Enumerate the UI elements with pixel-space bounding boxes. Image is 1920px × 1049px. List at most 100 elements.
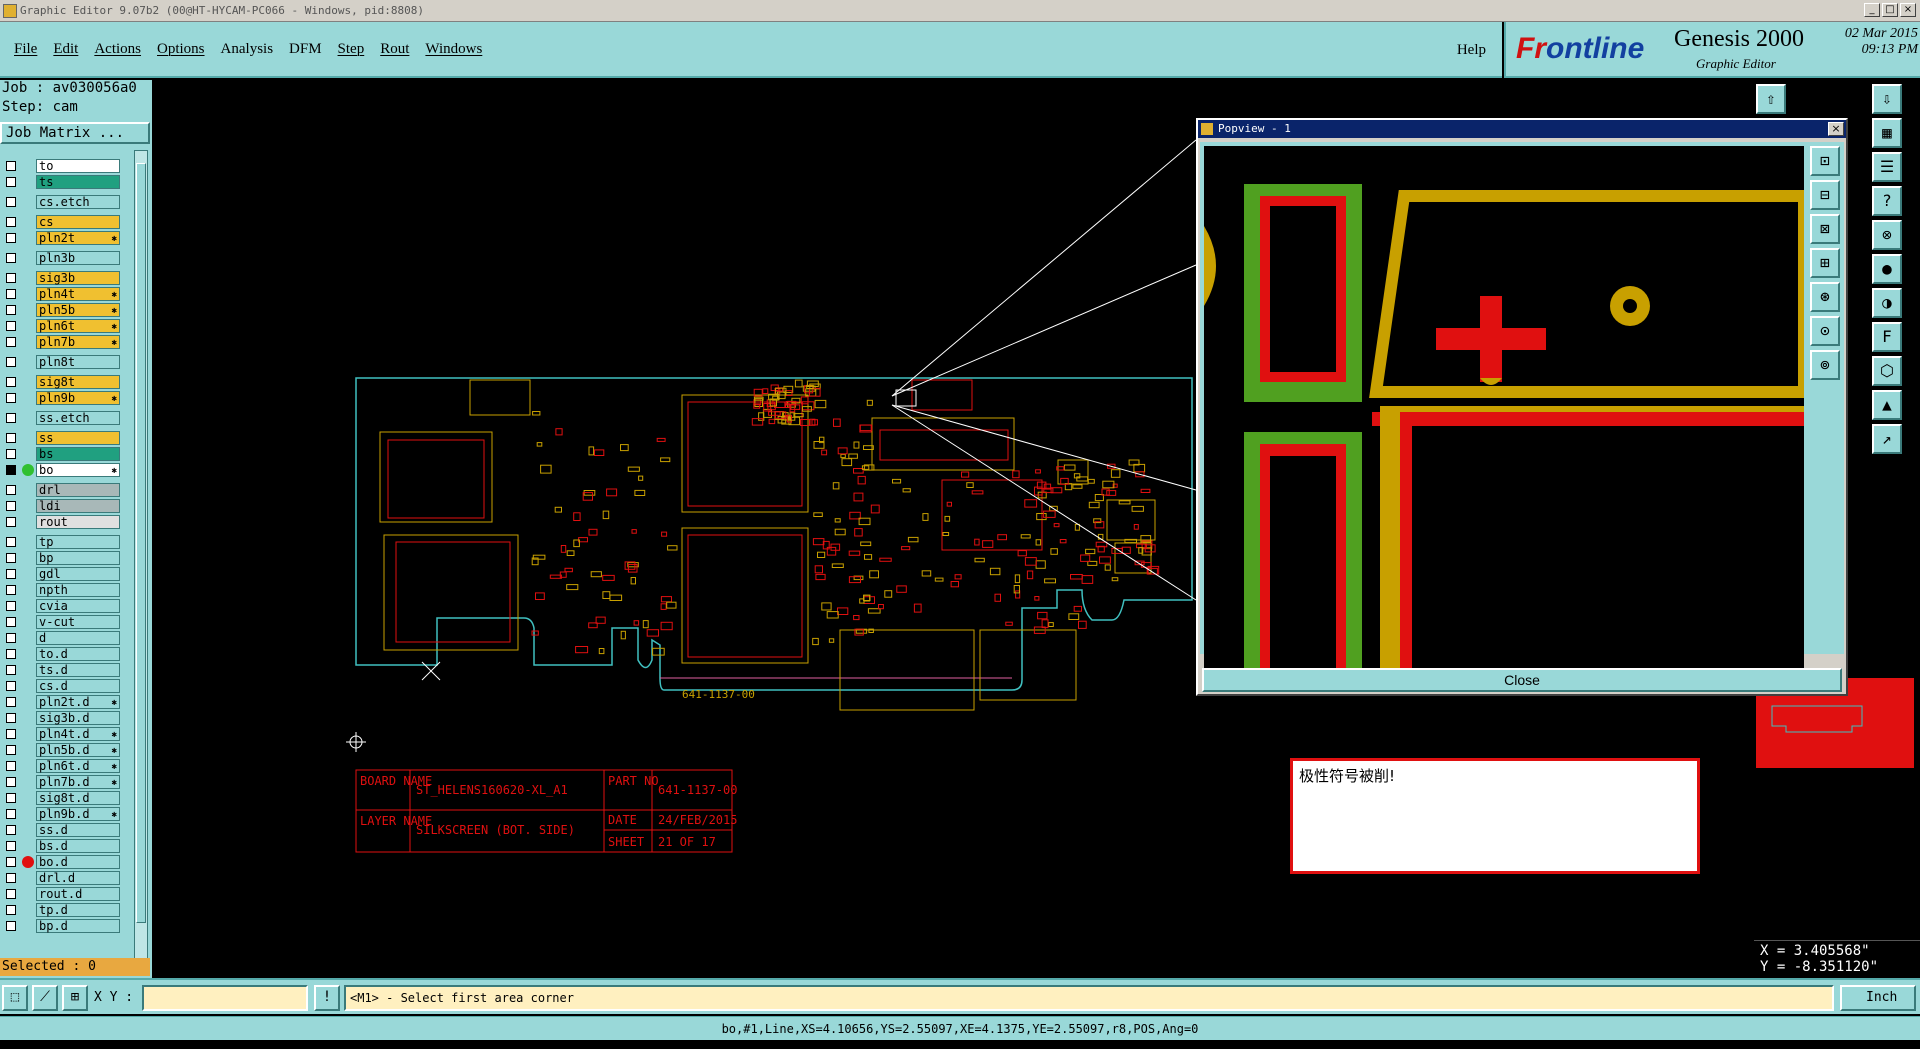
layer-name[interactable]: rout.d [36, 887, 120, 901]
layer-checkbox[interactable] [6, 553, 16, 563]
layer-row[interactable]: pln4t ✱ [0, 286, 122, 302]
layer-checkbox[interactable] [6, 337, 16, 347]
layer-checkbox[interactable] [6, 197, 16, 207]
menu-step[interactable]: Step [338, 41, 365, 58]
layer-row[interactable]: gdl [0, 566, 122, 582]
layer-checkbox[interactable] [6, 713, 16, 723]
layer-row[interactable]: ts.d [0, 662, 122, 678]
layer-checkbox[interactable] [6, 273, 16, 283]
layer-name[interactable]: pln9b.d ✱ [36, 807, 120, 821]
shade-icon[interactable]: ◑ [1872, 288, 1902, 318]
scroll-thumb[interactable] [136, 163, 146, 923]
layer-name[interactable]: tp.d [36, 903, 120, 917]
layer-checkbox[interactable] [6, 809, 16, 819]
layer-checkbox[interactable] [6, 233, 16, 243]
layer-name[interactable]: sig3b.d [36, 711, 120, 725]
layer-checkbox[interactable] [6, 905, 16, 915]
layer-name[interactable]: pln4t.d ✱ [36, 727, 120, 741]
layer-name[interactable]: d [36, 631, 120, 645]
popview-tool-icon[interactable]: ⊠ [1810, 214, 1840, 244]
popview-tool-icon[interactable]: ⊛ [1810, 282, 1840, 312]
layer-row[interactable]: sig3b [0, 270, 122, 286]
layer-name[interactable]: to.d [36, 647, 120, 661]
layer-row[interactable]: sig8t.d [0, 790, 122, 806]
layer-name[interactable]: pln2t.d ✱ [36, 695, 120, 709]
layer-row[interactable]: pln7b.d ✱ [0, 774, 122, 790]
layer-row[interactable]: bp.d [0, 918, 122, 934]
layer-row[interactable]: ss [0, 430, 122, 446]
layer-row[interactable]: bs [0, 446, 122, 462]
layout-icon[interactable]: ▦ [1872, 118, 1902, 148]
help-icon[interactable]: ? [1872, 186, 1902, 216]
layer-checkbox[interactable] [6, 585, 16, 595]
layer-name[interactable]: sig8t [36, 375, 120, 389]
layer-checkbox[interactable] [6, 517, 16, 527]
layer-row[interactable]: cs [0, 214, 122, 230]
layer-checkbox[interactable] [6, 377, 16, 387]
layer-checkbox[interactable] [6, 161, 16, 171]
popview-tool-icon[interactable]: ⊙ [1810, 316, 1840, 346]
layer-row[interactable]: d [0, 630, 122, 646]
layer-name[interactable]: to [36, 159, 120, 173]
layer-checkbox[interactable] [6, 433, 16, 443]
layer-name[interactable]: ss [36, 431, 120, 445]
layer-checkbox[interactable] [6, 601, 16, 611]
measure-icon[interactable]: ⟋ [32, 985, 58, 1011]
layer-row[interactable]: drl [0, 482, 122, 498]
layer-name[interactable]: pln4t ✱ [36, 287, 120, 301]
import-icon[interactable]: ⇩ [1872, 84, 1902, 114]
layer-name[interactable]: pln5b ✱ [36, 303, 120, 317]
layer-name[interactable]: pln7b ✱ [36, 335, 120, 349]
layer-checkbox[interactable] [6, 649, 16, 659]
export-icon[interactable]: ⇧ [1756, 84, 1786, 114]
layer-name[interactable]: pln5b.d ✱ [36, 743, 120, 757]
layer-checkbox[interactable] [6, 321, 16, 331]
close-window-button[interactable]: × [1900, 3, 1916, 17]
layer-name[interactable]: pln6t ✱ [36, 319, 120, 333]
layer-name[interactable]: tp [36, 535, 120, 549]
zoom-out-icon[interactable]: ⊗ [1872, 220, 1902, 250]
layer-row[interactable]: ss.d [0, 822, 122, 838]
layer-name[interactable]: sig8t.d [36, 791, 120, 805]
layer-name[interactable]: cvia [36, 599, 120, 613]
layer-row[interactable]: rout.d [0, 886, 122, 902]
maximize-button[interactable]: □ [1882, 3, 1898, 17]
layer-checkbox[interactable] [6, 681, 16, 691]
layer-name[interactable]: sig3b [36, 271, 120, 285]
menu-options[interactable]: Options [157, 41, 205, 58]
layer-name[interactable]: gdl [36, 567, 120, 581]
layer-name[interactable]: pln8t [36, 355, 120, 369]
popview-zoom-area[interactable] [1204, 146, 1804, 670]
layer-row[interactable]: pln9b.d ✱ [0, 806, 122, 822]
layer-name[interactable]: bo.d [36, 855, 120, 869]
layer-checkbox[interactable] [6, 253, 16, 263]
layer-row[interactable]: ts [0, 174, 122, 190]
arrow2-icon[interactable]: ↗ [1872, 424, 1902, 454]
layer-name[interactable]: ss.etch [36, 411, 120, 425]
layer-row[interactable]: bp [0, 550, 122, 566]
layer-name[interactable]: cs.etch [36, 195, 120, 209]
menu-edit[interactable]: Edit [53, 41, 78, 58]
layer-row[interactable]: pln2t.d ✱ [0, 694, 122, 710]
layer-name[interactable]: cs [36, 215, 120, 229]
layer-name[interactable]: v-cut [36, 615, 120, 629]
layer-row[interactable]: to.d [0, 646, 122, 662]
layer-checkbox[interactable] [6, 393, 16, 403]
layer-row[interactable]: cs.d [0, 678, 122, 694]
layer-checkbox[interactable] [6, 665, 16, 675]
layer-name[interactable]: bs.d [36, 839, 120, 853]
layer-row[interactable]: pln6t.d ✱ [0, 758, 122, 774]
layer-name[interactable]: cs.d [36, 679, 120, 693]
layer-checkbox[interactable] [6, 569, 16, 579]
layer-checkbox[interactable] [6, 217, 16, 227]
layer-checkbox[interactable] [6, 485, 16, 495]
layer-row[interactable]: pln4t.d ✱ [0, 726, 122, 742]
layer-name[interactable]: bo ✱ [36, 463, 120, 477]
popview-tool-icon[interactable]: ⊞ [1810, 248, 1840, 278]
xy-input[interactable] [142, 985, 308, 1011]
layer-row[interactable]: sig8t [0, 374, 122, 390]
hex-icon[interactable]: ⬡ [1872, 356, 1902, 386]
layer-name[interactable]: ss.d [36, 823, 120, 837]
layer-row[interactable]: tp [0, 534, 122, 550]
layer-row[interactable]: v-cut [0, 614, 122, 630]
